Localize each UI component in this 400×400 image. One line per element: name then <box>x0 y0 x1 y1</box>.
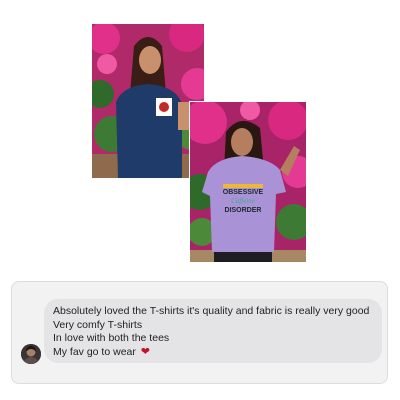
review-card: Absolutely loved the T-shirts it's quali… <box>11 281 388 384</box>
review-message-bubble: Absolutely loved the T-shirts it's quali… <box>44 299 382 363</box>
tee-print-line-1: OBSESSIVE <box>223 189 264 196</box>
review-line-3: In love with both the tees <box>53 332 170 344</box>
red-heart-icon: ❤ <box>140 345 151 358</box>
tee-print-line-3: DISORDER <box>225 207 262 214</box>
photo-1-image <box>92 24 204 178</box>
tee-print-line-2: Caffeine <box>231 197 255 205</box>
review-photo-1[interactable] <box>92 24 204 178</box>
review-photo-2[interactable]: OBSESSIVE Caffeine DISORDER <box>190 102 306 262</box>
photo-2-image: OBSESSIVE Caffeine DISORDER <box>190 102 306 262</box>
review-line-4: My fav go to wear ❤ <box>53 346 372 360</box>
avatar-image <box>21 344 41 364</box>
review-line-1: Absolutely loved the T-shirts it's quali… <box>53 305 370 317</box>
review-line-2: Very comfy T-shirts <box>53 318 143 331</box>
review-line-4-text: My fav go to wear <box>53 345 136 358</box>
reviewer-avatar[interactable] <box>21 344 41 364</box>
